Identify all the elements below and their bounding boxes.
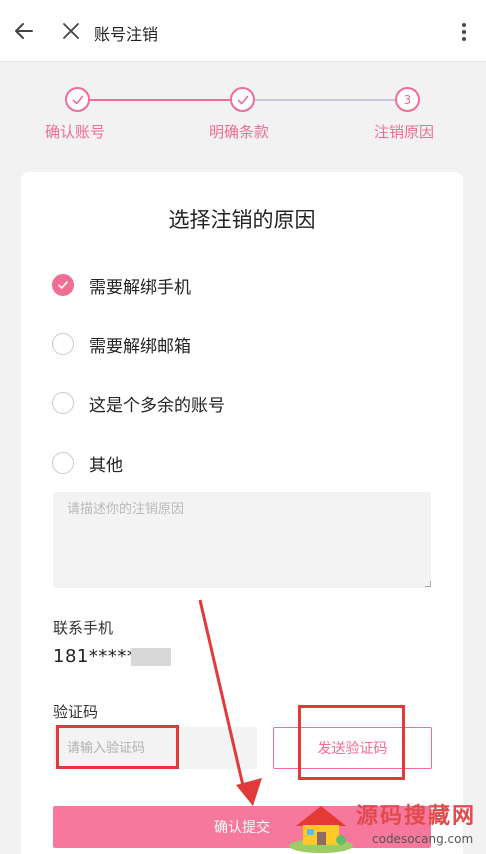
option-other[interactable]: 其他 — [52, 450, 123, 476]
more-vertical-icon[interactable] — [452, 20, 476, 44]
step-3-number: 3 — [403, 92, 412, 107]
step-1-indicator — [65, 87, 90, 112]
check-icon — [58, 281, 68, 289]
close-icon[interactable] — [60, 20, 82, 42]
phone-redaction — [131, 648, 171, 666]
annotation-box-send-button — [298, 705, 405, 780]
check-icon — [72, 95, 83, 104]
step-3-label: 注销原因 — [374, 123, 435, 141]
phone-value: 181***** — [53, 646, 137, 667]
watermark-subtext: codesocang.com — [372, 832, 474, 846]
radio-unchecked[interactable] — [52, 333, 74, 355]
house-logo-icon — [289, 806, 353, 853]
option-label: 需要解绑手机 — [89, 277, 191, 298]
radio-unchecked[interactable] — [52, 392, 74, 414]
step-1-label: 确认账号 — [45, 123, 106, 141]
code-label: 验证码 — [53, 703, 99, 721]
option-label: 其他 — [89, 455, 123, 476]
step-connector-1 — [90, 99, 230, 101]
watermark-logo: 源码搜藏网 codesocang.com — [286, 796, 486, 854]
option-redundant-account[interactable]: 这是个多余的账号 — [52, 390, 225, 416]
check-icon — [237, 95, 248, 104]
option-label: 这是个多余的账号 — [89, 395, 225, 416]
annotation-box-code-input — [56, 725, 179, 769]
phone-label: 联系手机 — [53, 619, 114, 637]
reason-textarea[interactable] — [53, 492, 431, 588]
watermark-text: 源码搜藏网 — [356, 804, 477, 829]
option-unbind-email[interactable]: 需要解绑邮箱 — [52, 331, 191, 357]
back-arrow-icon[interactable] — [12, 19, 36, 43]
card-title: 选择注销的原因 — [168, 208, 316, 232]
option-label: 需要解绑邮箱 — [89, 336, 191, 357]
radio-checked[interactable] — [52, 274, 74, 296]
top-bar: 账号注销 — [0, 0, 486, 62]
page-title: 账号注销 — [94, 25, 159, 44]
step-3-indicator: 3 — [395, 87, 420, 112]
option-unbind-phone[interactable]: 需要解绑手机 — [52, 272, 191, 298]
step-2-label: 明确条款 — [209, 123, 270, 141]
step-connector-2 — [255, 99, 395, 101]
radio-unchecked[interactable] — [52, 452, 74, 474]
resize-handle[interactable] — [425, 581, 431, 587]
step-2-indicator — [230, 87, 255, 112]
